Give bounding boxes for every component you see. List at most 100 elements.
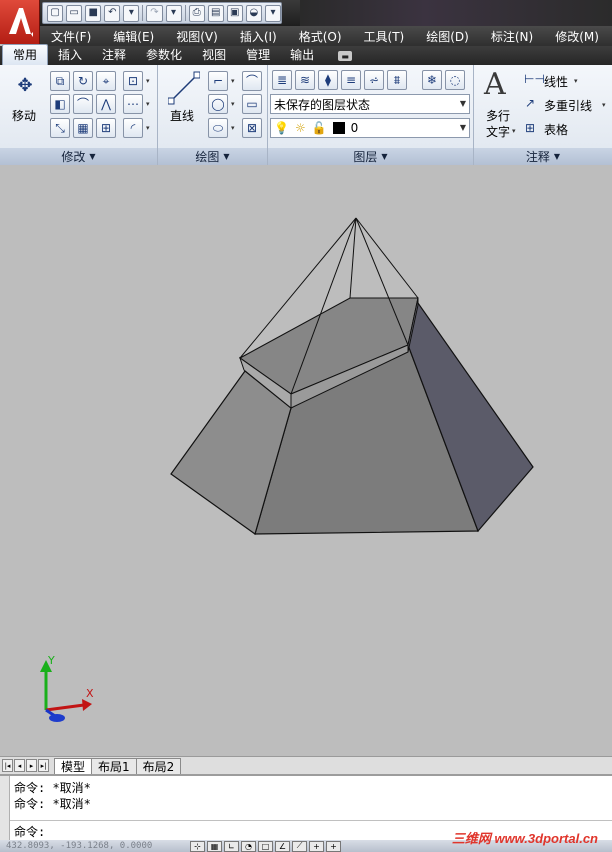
tab-layout2[interactable]: 布局2 [135,757,182,774]
save-icon[interactable]: ■ [85,4,102,22]
linear-dimension-label[interactable]: 线性 [544,73,568,90]
pyramid-model-viewport[interactable]: Y X [0,166,612,756]
plot-printer-icon[interactable]: ⎙ [188,4,205,22]
chevron-down-icon[interactable]: ▾ [146,124,150,132]
ellipse-icon[interactable]: ⬭ [208,118,228,138]
offset-icon[interactable]: ◜ [123,118,143,138]
table-icon[interactable]: ⊞ [525,121,535,135]
linear-dimension-icon[interactable]: ⊢⊣ [524,72,545,86]
open-folder-icon[interactable]: ▭ [66,4,83,22]
tab-home[interactable]: 常用 [2,44,49,65]
ortho-icon[interactable]: ∟ [224,840,239,852]
chevron-down-icon[interactable]: ▾ [574,77,578,85]
layer-combo[interactable]: 💡 ☼ 🔓 0 ▼ [270,118,470,138]
mtext-icon[interactable]: A [484,67,506,102]
chevron-down-icon[interactable]: ▾ [146,77,150,85]
grid-array-icon[interactable]: ⊞ [96,118,116,138]
circle-icon[interactable]: ◯ [208,94,228,114]
layer-unisolate-icon[interactable]: ⩩ [387,70,407,90]
tab-insert[interactable]: 插入 [48,45,92,65]
menu-file[interactable]: 文件(F) [40,28,102,45]
command-line-grip[interactable] [0,776,10,842]
otrack-icon[interactable]: ∠ [275,840,290,852]
layer-match-icon[interactable]: ⧫ [318,70,338,90]
chevron-down-icon[interactable]: ▾ [146,100,150,108]
move-icon[interactable]: ✥ [12,73,38,99]
annotation-panel-title[interactable]: 注释 ▼ [474,148,612,165]
mtext-label-line2[interactable]: 文字 [486,123,510,140]
rotate-icon[interactable]: ↻ [73,71,93,91]
menu-view[interactable]: 视图(V) [165,28,229,45]
publish-icon[interactable]: ▤ [207,4,224,22]
hatch-icon[interactable]: ⊠ [242,118,262,138]
undo-icon[interactable]: ↶ [104,4,121,22]
copy-icon[interactable]: ⧉ [50,71,70,91]
layer-freeze-icon[interactable]: ❄ [422,70,442,90]
modify-panel-title[interactable]: 修改 ▼ [0,148,157,165]
command-prompt[interactable]: 命令: [14,823,45,840]
last-tab-icon[interactable]: ▸| [38,759,49,772]
tab-layout1[interactable]: 布局1 [91,757,137,774]
chevron-down-icon[interactable]: ▾ [231,124,235,132]
snap-icon[interactable]: ⊹ [190,840,205,852]
first-tab-icon[interactable]: |◂ [2,759,13,772]
redo-dropdown-icon[interactable]: ▾ [165,4,182,22]
lineweight-icon[interactable]: + [326,840,341,852]
tab-manage[interactable]: 管理 [236,45,280,65]
tab-view[interactable]: 视图 [192,45,236,65]
coordinate-readout[interactable]: 432.8093, -193.1268, 0.0000 [0,841,190,851]
multileader-icon[interactable]: ↗ [525,96,535,110]
new-file-icon[interactable]: ▢ [47,4,64,22]
menu-tools[interactable]: 工具(T) [353,28,416,45]
tab-annotate[interactable]: 注释 [92,45,136,65]
menu-edit[interactable]: 编辑(E) [102,28,165,45]
menu-dimension[interactable]: 标注(N) [480,28,544,45]
layer-properties-icon[interactable]: ≣ [272,70,292,90]
layer-states-icon[interactable]: ≋ [295,70,315,90]
customize-dropdown-icon[interactable]: ▾ [264,4,281,22]
chevron-down-icon[interactable]: ▾ [231,77,235,85]
properties-icon[interactable]: ▣ [226,4,243,22]
tab-parametric[interactable]: 参数化 [136,45,192,65]
menu-modify[interactable]: 修改(M) [544,28,610,45]
chevron-down-icon[interactable]: ▾ [512,127,516,135]
dyn-icon[interactable]: + [309,840,324,852]
stretch-icon[interactable]: ◧ [50,94,70,114]
undo-dropdown-icon[interactable]: ▾ [123,4,140,22]
line-tool-icon[interactable] [168,71,200,105]
arc-icon[interactable]: ⌒ [242,71,262,91]
layers-panel-title[interactable]: 图层 ▼ [268,148,473,165]
mirror-icon[interactable]: ⋀ [96,94,116,114]
table-label[interactable]: 表格 [544,121,568,138]
next-tab-icon[interactable]: ▸ [26,759,37,772]
redo-icon[interactable]: ↷ [146,4,163,22]
multileader-label[interactable]: 多重引线 [544,97,592,114]
grid-icon[interactable]: ▦ [207,840,222,852]
fillet-icon[interactable]: ⌒ [73,94,93,114]
layer-previous-icon[interactable]: ≡ [341,70,361,90]
explode-icon[interactable]: ⋯ [123,94,143,114]
layer-isolate-icon[interactable]: ⩫ [364,70,384,90]
workspace-icon[interactable]: ◒ [245,4,262,22]
mtext-label-line1[interactable]: 多行 [486,107,510,124]
layer-off-icon[interactable]: ◌ [445,70,465,90]
chevron-down-icon[interactable]: ▾ [602,101,606,109]
array-icon[interactable]: ▦ [73,118,93,138]
ducs-icon[interactable]: ⟋ [292,840,307,852]
osnap-icon[interactable]: □ [258,840,273,852]
prev-tab-icon[interactable]: ◂ [14,759,25,772]
polyline-icon[interactable]: ⌐ [208,71,228,91]
rectangle-icon[interactable]: ▭ [242,94,262,114]
erase-icon[interactable]: ⊡ [123,71,143,91]
layer-state-combo[interactable]: 未保存的图层状态 ▼ [270,94,470,114]
application-menu-button[interactable] [0,0,40,44]
trim-icon[interactable]: ⌖ [96,71,116,91]
drawing-canvas[interactable]: Y X [0,166,612,756]
scale-icon[interactable]: ⤡ [50,118,70,138]
menu-format[interactable]: 格式(O) [288,28,353,45]
tab-output[interactable]: 输出 [280,45,324,65]
draw-panel-title[interactable]: 绘图 ▼ [158,148,267,165]
chevron-down-icon[interactable]: ▾ [231,100,235,108]
tab-model[interactable]: 模型 [54,757,93,774]
polar-icon[interactable]: ◔ [241,840,256,852]
